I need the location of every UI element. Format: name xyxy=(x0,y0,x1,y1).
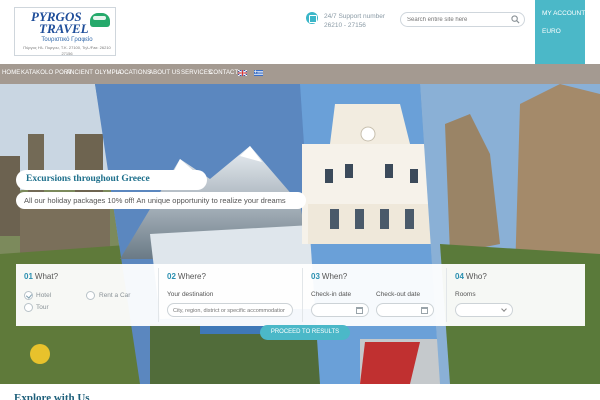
when-title: When? xyxy=(321,272,348,281)
tour-label: Tour xyxy=(36,304,49,311)
currency-selector[interactable]: EURO xyxy=(542,28,561,35)
tour-radio[interactable] xyxy=(24,303,33,312)
support-number[interactable]: 26210 - 27156 xyxy=(324,22,366,29)
rent-a-car-label: Rent a Car xyxy=(99,292,131,299)
logo-title: PYRGOS TRAVEL xyxy=(31,10,95,36)
search-box xyxy=(400,12,525,27)
when-heading: 03 When? xyxy=(311,272,347,281)
where-heading: 02 Where? xyxy=(167,272,206,281)
destination-field xyxy=(167,303,293,317)
my-account-link[interactable]: MY ACCOUNT xyxy=(542,10,585,17)
checkout-label: Check-out date xyxy=(376,291,421,298)
phone-icon xyxy=(306,12,318,24)
nav-services[interactable]: SERVICES xyxy=(181,70,212,76)
promo-title: Excursions throughout Greece xyxy=(26,174,150,184)
rooms-select[interactable] xyxy=(455,303,513,317)
destination-input[interactable] xyxy=(173,306,285,315)
support-label: 24/7 Support number xyxy=(324,13,386,20)
search-input[interactable] xyxy=(407,14,507,25)
uk-flag-icon[interactable] xyxy=(238,70,247,76)
nav-locations[interactable]: LOCATIONS xyxy=(116,70,151,76)
logo[interactable]: PYRGOS TRAVEL Τουριστικό Γραφείο Πύργος … xyxy=(14,7,116,56)
promo-text-pill: All our holiday packages 10% off! An uni… xyxy=(16,192,306,209)
who-heading: 04 Who? xyxy=(455,272,487,281)
nav-katakolo-port[interactable]: KATAKOLO PORT xyxy=(21,70,72,76)
nav-contact[interactable]: CONTACT xyxy=(209,70,238,76)
column-divider xyxy=(302,268,303,322)
main-nav: HOME KATAKOLO PORT ANCIENT OLYMPIA LOCAT… xyxy=(0,64,600,84)
promo-text: All our holiday packages 10% off! An uni… xyxy=(24,196,286,205)
greece-flag-icon[interactable] xyxy=(254,70,263,76)
hotel-label: Hotel xyxy=(36,292,52,299)
rent-a-car-radio[interactable] xyxy=(86,291,95,300)
rooms-label: Rooms xyxy=(455,291,476,298)
where-title: Where? xyxy=(177,272,206,281)
nav-about-us[interactable]: ABOUT US xyxy=(149,70,180,76)
calendar-icon[interactable] xyxy=(421,307,428,314)
what-step-number: 01 xyxy=(24,272,33,281)
what-heading: 01 What? xyxy=(24,272,58,281)
logo-address: Πύργος Ηλ. Πυργου, Τ.Κ. 27100, Τηλ./Fax:… xyxy=(23,45,111,56)
booking-search-panel: 01 What? Hotel Tour Rent a Car 02 Where? Y… xyxy=(16,264,585,326)
chevron-down-icon xyxy=(501,306,507,312)
checkin-label: Check-in date xyxy=(311,291,352,298)
logo-subtitle: Τουριστικό Γραφείο Πύργος Ηλ. Πυργου, Τ.… xyxy=(21,37,113,57)
what-title: What? xyxy=(34,272,59,281)
section-title: Explore with Us xyxy=(14,392,90,400)
calendar-icon[interactable] xyxy=(356,307,363,314)
checkin-field[interactable] xyxy=(311,303,369,317)
logo-tagline: Τουριστικό Γραφείο xyxy=(41,37,93,43)
account-panel: MY ACCOUNT EURO xyxy=(535,0,585,78)
where-step-number: 02 xyxy=(167,272,176,281)
column-divider xyxy=(158,268,159,322)
who-title: Who? xyxy=(465,272,487,281)
proceed-button-label: PROCEED TO RESULTS xyxy=(270,329,340,335)
checkout-field[interactable] xyxy=(376,303,434,317)
logo-name-line2: TRAVEL xyxy=(39,21,89,36)
destination-label: Your destination xyxy=(167,291,214,298)
search-icon[interactable] xyxy=(511,15,520,24)
promo-title-pill: Excursions throughout Greece xyxy=(16,170,207,190)
hotel-radio[interactable] xyxy=(24,291,33,300)
column-divider xyxy=(446,268,447,322)
nav-home[interactable]: HOME xyxy=(2,70,20,76)
proceed-to-results-button[interactable]: PROCEED TO RESULTS xyxy=(260,325,350,340)
when-step-number: 03 xyxy=(311,272,320,281)
header: PYRGOS TRAVEL Τουριστικό Γραφείο Πύργος … xyxy=(0,0,600,78)
who-step-number: 04 xyxy=(455,272,464,281)
nav-ancient-olympia[interactable]: ANCIENT OLYMPIA xyxy=(66,70,122,76)
